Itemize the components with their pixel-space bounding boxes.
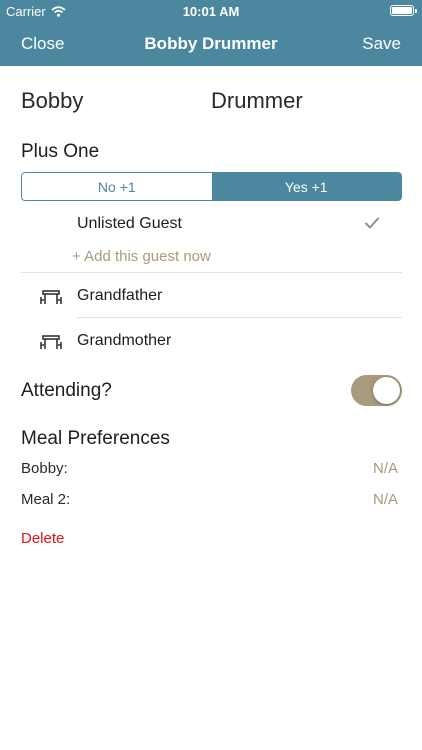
status-time: 10:01 AM (182, 4, 240, 19)
meal-row-value[interactable]: N/A (373, 460, 398, 477)
page-title: Bobby Drummer (144, 34, 278, 53)
plus-one-segmented-control: No +1 Yes +1 (21, 172, 402, 201)
navigation-bar: Close Bobby Drummer Save (0, 22, 422, 66)
segment-yes-plus-one[interactable]: Yes +1 (211, 173, 401, 200)
first-name-field[interactable]: Bobby (21, 88, 83, 114)
attending-label: Attending? (21, 380, 112, 401)
last-name-field[interactable]: Drummer (211, 88, 303, 114)
meal-row-value[interactable]: N/A (373, 491, 398, 508)
divider (77, 317, 402, 318)
checkmark-icon (365, 217, 379, 229)
segment-no-plus-one[interactable]: No +1 (22, 173, 212, 200)
dining-table-icon (40, 290, 62, 304)
meal-preferences-heading: Meal Preferences (21, 428, 170, 449)
dining-table-icon (40, 335, 62, 349)
divider (21, 272, 402, 273)
save-button[interactable]: Save (362, 34, 401, 54)
add-guest-button[interactable]: + Add this guest now (72, 248, 211, 265)
attending-toggle[interactable] (351, 375, 402, 406)
status-bar: Carrier 10:01 AM (0, 0, 422, 22)
plus-one-guest-name[interactable]: Unlisted Guest (77, 215, 182, 233)
plus-one-heading: Plus One (21, 141, 100, 162)
meal-row-label: Bobby: (21, 460, 68, 477)
table-mate-name[interactable]: Grandmother (77, 332, 171, 350)
battery-icon (390, 5, 417, 16)
table-mate-name[interactable]: Grandfather (77, 287, 162, 305)
toggle-knob (373, 377, 400, 404)
delete-button[interactable]: Delete (21, 530, 64, 547)
meal-row-label: Meal 2: (21, 491, 71, 508)
